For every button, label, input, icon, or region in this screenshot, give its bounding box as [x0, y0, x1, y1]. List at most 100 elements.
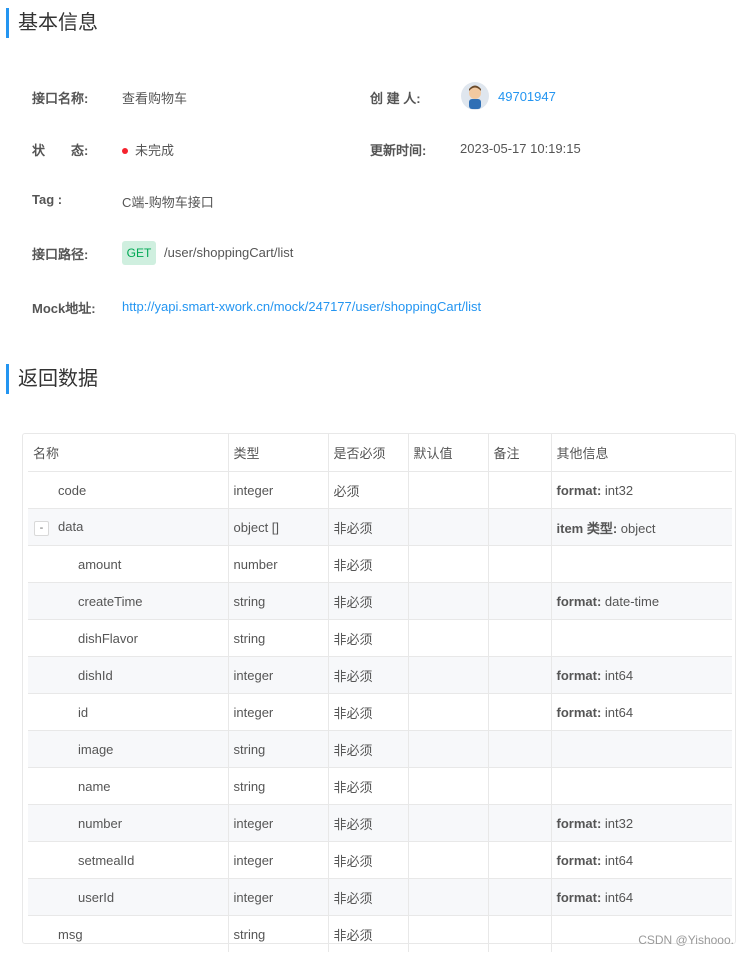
info-value: date-time [604, 593, 660, 609]
cell-default [408, 545, 489, 583]
cell-other-info: format: int32 [551, 804, 732, 842]
field-name: code [58, 482, 87, 498]
cell-type: string [228, 915, 329, 952]
table-row: name string 非必须 [28, 767, 732, 805]
cell-default [408, 804, 489, 842]
info-key: format: [556, 593, 602, 609]
cell-required: 非必须 [328, 545, 409, 583]
cell-required: 非必须 [328, 878, 409, 916]
cell-type: integer [228, 878, 329, 916]
cell-type: integer [228, 804, 329, 842]
avatar-icon [469, 85, 481, 109]
table-row: number integer 非必须 format: int32 [28, 804, 732, 842]
cell-required: 非必须 [328, 508, 409, 546]
field-name: msg [58, 926, 83, 942]
field-name: createTime [78, 593, 143, 609]
creator-label: 创 建 人: [370, 91, 421, 106]
cell-other-info: format: date-time [551, 582, 732, 620]
table-row: userId integer 非必须 format: int64 [28, 878, 732, 916]
cell-name: number [28, 804, 229, 842]
cell-name: name [28, 767, 229, 805]
table-header-row: 名称 类型 是否必须 默认值 备注 其他信息 [28, 434, 732, 472]
cell-name: image [28, 730, 229, 768]
cell-required: 非必须 [328, 915, 409, 952]
cell-other-info [551, 545, 732, 583]
field-name: id [78, 704, 89, 720]
cell-name: - data [28, 508, 229, 546]
cell-name: setmealId [28, 841, 229, 879]
cell-default [408, 878, 489, 916]
cell-type: string [228, 619, 329, 657]
info-value: int32 [604, 815, 634, 831]
column-header-remark: 备注 [488, 434, 552, 472]
cell-type: string [228, 582, 329, 620]
mock-url-link[interactable]: http://yapi.smart-xwork.cn/mock/247177/u… [122, 299, 481, 314]
cell-remark [488, 656, 552, 694]
cell-required: 非必须 [328, 804, 409, 842]
cell-remark [488, 730, 552, 768]
cell-remark [488, 915, 552, 952]
cell-type: string [228, 767, 329, 805]
field-name: dishId [78, 667, 113, 683]
status-dot-icon [122, 148, 128, 154]
cell-default [408, 915, 489, 952]
collapse-toggle-button[interactable]: - [34, 520, 49, 536]
tag-value: C端-购物车接口 [122, 195, 214, 210]
table-row: image string 非必须 [28, 730, 732, 768]
table-row: dishId integer 非必须 format: int64 [28, 656, 732, 694]
cell-type: integer [228, 693, 329, 731]
cell-other-info: format: int64 [551, 693, 732, 731]
cell-other-info [551, 619, 732, 657]
table-row: createTime string 非必须 format: date-time [28, 582, 732, 620]
cell-required: 非必须 [328, 693, 409, 731]
cell-other-info: item 类型: object [551, 508, 732, 546]
cell-default [408, 730, 489, 768]
cell-remark [488, 841, 552, 879]
cell-remark [488, 804, 552, 842]
cell-other-info: format: int32 [551, 471, 732, 509]
table-row: msg string 非必须 [28, 915, 732, 952]
cell-name: amount [28, 545, 229, 583]
cell-remark [488, 693, 552, 731]
cell-type: integer [228, 471, 329, 509]
cell-type: number [228, 545, 329, 583]
cell-default [408, 656, 489, 694]
response-table: 名称 类型 是否必须 默认值 备注 其他信息 code integer 必须 form… [22, 433, 736, 952]
info-key: format: [556, 704, 602, 720]
table-row: code integer 必须 format: int32 [28, 471, 732, 509]
info-key: format: [556, 482, 602, 498]
creator-link[interactable]: 49701947 [498, 89, 556, 104]
info-value: object [620, 520, 656, 536]
cell-remark [488, 545, 552, 583]
info-value: int64 [604, 889, 634, 905]
info-value: int32 [604, 482, 634, 498]
field-name: setmealId [78, 852, 135, 868]
status-text: 未完成 [135, 143, 175, 158]
cell-remark [488, 619, 552, 657]
info-value: int64 [604, 852, 634, 868]
cell-remark [488, 508, 552, 546]
cell-remark [488, 471, 552, 509]
avatar[interactable] [461, 82, 489, 110]
table-row: id integer 非必须 format: int64 [28, 693, 732, 731]
watermark: CSDN @Yishooo. [638, 933, 734, 947]
cell-type: string [228, 730, 329, 768]
field-name: userId [78, 889, 115, 905]
table-row: amount number 非必须 [28, 545, 732, 583]
table-row: setmealId integer 非必须 format: int64 [28, 841, 732, 879]
response-title: 返回数据 [6, 364, 98, 394]
cell-required: 非必须 [328, 841, 409, 879]
update-time-value: 2023-05-17 10:19:15 [460, 141, 581, 156]
status-label: 状 态: [32, 143, 89, 158]
update-time-label: 更新时间: [370, 143, 427, 158]
info-value: int64 [604, 704, 634, 720]
info-key: format: [556, 889, 602, 905]
cell-default [408, 841, 489, 879]
table-row: - data object [] 非必须 item 类型: object [28, 508, 732, 546]
field-name: data [58, 518, 84, 534]
interface-name-label: 接口名称: [32, 91, 89, 106]
cell-other-info [551, 730, 732, 768]
info-key: format: [556, 667, 602, 683]
cell-required: 非必须 [328, 730, 409, 768]
cell-default [408, 767, 489, 805]
